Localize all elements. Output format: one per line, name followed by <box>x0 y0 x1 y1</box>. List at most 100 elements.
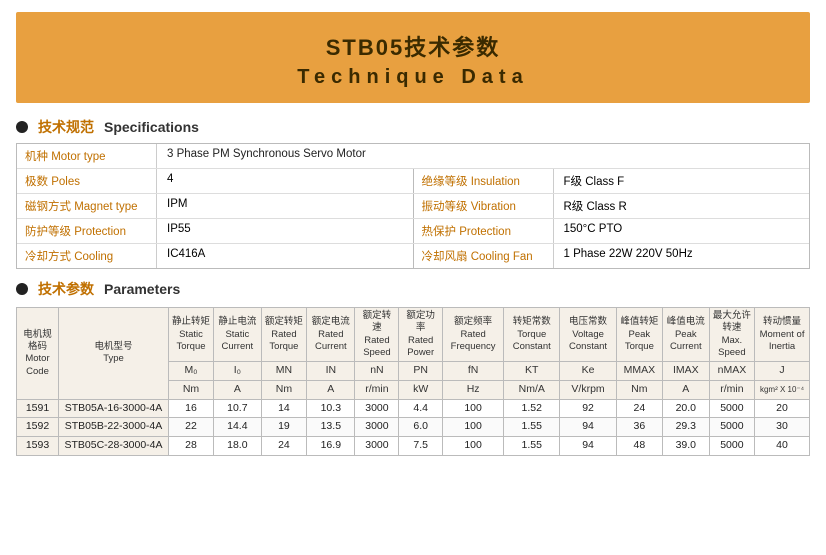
cell-v4: 10.3 <box>307 399 355 418</box>
col5-sub: nN <box>355 362 399 381</box>
col7-sub: fN <box>442 362 503 381</box>
motor-type-header: 电机型号 Type <box>59 308 169 400</box>
col7-unit: Hz <box>442 381 503 400</box>
col-max-speed-header: 最大允许转速 Max. Speed <box>709 308 754 362</box>
spec-value-motortype: 3 Phase PM Synchronous Servo Motor <box>157 144 376 168</box>
col9-unit: V/krpm <box>560 381 617 400</box>
col-rated-torque-header: 额定转矩 Rated Torque <box>261 308 307 362</box>
col10-sub: MMAX <box>616 362 662 381</box>
col-rated-speed-header: 额定转速 Rated Speed <box>355 308 399 362</box>
spec-left-poles: 极数 Poles 4 <box>17 169 414 193</box>
bullet-icon <box>16 121 28 133</box>
col10-unit: Nm <box>616 381 662 400</box>
cell-v8: 1.55 <box>504 436 560 455</box>
col1-unit: Nm <box>169 381 214 400</box>
params-section-title: 技术参数 Parameters <box>16 279 810 299</box>
cell-v5: 3000 <box>355 436 399 455</box>
cell-v11: 29.3 <box>662 418 709 437</box>
cell-v6: 4.4 <box>399 399 442 418</box>
cell-v2: 18.0 <box>214 436 262 455</box>
spec-value-cooling: IC416A <box>157 244 215 268</box>
bullet-icon-2 <box>16 283 28 295</box>
cell-v10: 36 <box>616 418 662 437</box>
cell-v3: 19 <box>261 418 307 437</box>
cell-v7: 100 <box>442 399 503 418</box>
spec-left-magnet: 磁钢方式 Magnet type IPM <box>17 194 414 218</box>
cell-v4: 16.9 <box>307 436 355 455</box>
col-peak-torque-header: 峰值转矩 Peak Torque <box>616 308 662 362</box>
spec-value-vibration: R级 Class R <box>554 194 637 218</box>
cell-v7: 100 <box>442 436 503 455</box>
cell-v9: 94 <box>560 418 617 437</box>
params-table: 电机规格码 Motor Code 电机型号 Type 静止转矩 Static T… <box>16 307 810 456</box>
spec-label-insulation: 绝缘等级 Insulation <box>414 169 554 193</box>
col12-sub: nMAX <box>709 362 754 381</box>
cell-code: 1593 <box>17 436 59 455</box>
cell-v2: 10.7 <box>214 399 262 418</box>
spec-label-protection: 防护等级 Protection <box>17 219 157 243</box>
cell-v1: 28 <box>169 436 214 455</box>
col4-sub: IN <box>307 362 355 381</box>
specs-grid: 机种 Motor type 3 Phase PM Synchronous Ser… <box>16 143 810 269</box>
cell-v8: 1.52 <box>504 399 560 418</box>
col4-unit: A <box>307 381 355 400</box>
spec-label-thermal: 热保护 Protection <box>414 219 554 243</box>
params-label-cn: 技术参数 <box>38 279 94 299</box>
cell-v3: 24 <box>261 436 307 455</box>
cell-v1: 22 <box>169 418 214 437</box>
spec-label-fan: 冷却风扇 Cooling Fan <box>414 244 554 268</box>
cell-v9: 94 <box>560 436 617 455</box>
cell-v12: 5000 <box>709 418 754 437</box>
specs-label-cn: 技术规范 <box>38 117 94 137</box>
spec-value-insulation: F级 Class F <box>554 169 635 193</box>
cell-type: STB05C-28-3000-4A <box>59 436 169 455</box>
col11-unit: A <box>662 381 709 400</box>
col9-sub: Ke <box>560 362 617 381</box>
cell-v6: 7.5 <box>399 436 442 455</box>
col13-sub: J <box>755 362 810 381</box>
header-banner: STB05技术参数 Technique Data <box>16 12 810 103</box>
col11-sub: IMAX <box>662 362 709 381</box>
cell-v7: 100 <box>442 418 503 437</box>
spec-right-fan: 冷却风扇 Cooling Fan 1 Phase 22W 220V 50Hz <box>414 244 810 268</box>
col3-sub: MN <box>261 362 307 381</box>
table-row: 1593STB05C-28-3000-4A2818.02416.930007.5… <box>17 436 810 455</box>
cell-v10: 24 <box>616 399 662 418</box>
spec-label-vibration: 振动等级 Vibration <box>414 194 554 218</box>
col-peak-current-header: 峰值电流 Peak Current <box>662 308 709 362</box>
cell-v5: 3000 <box>355 399 399 418</box>
col-static-current-header: 静止电流 Static Current <box>214 308 262 362</box>
col5-unit: r/min <box>355 381 399 400</box>
col12-unit: r/min <box>709 381 754 400</box>
cell-v13: 30 <box>755 418 810 437</box>
cell-v3: 14 <box>261 399 307 418</box>
table-row: 1592STB05B-22-3000-4A2214.41913.530006.0… <box>17 418 810 437</box>
cell-v9: 92 <box>560 399 617 418</box>
col-voltage-const-header: 电压常数 Voltage Constant <box>560 308 617 362</box>
spec-row-motortype: 机种 Motor type 3 Phase PM Synchronous Ser… <box>17 144 809 169</box>
spec-right-insulation: 绝缘等级 Insulation F级 Class F <box>414 169 810 193</box>
col-rated-power-header: 额定功率 Rated Power <box>399 308 442 362</box>
params-table-container: 电机规格码 Motor Code 电机型号 Type 静止转矩 Static T… <box>16 307 810 456</box>
cell-v11: 20.0 <box>662 399 709 418</box>
cell-v4: 13.5 <box>307 418 355 437</box>
spec-row-poles: 极数 Poles 4 绝缘等级 Insulation F级 Class F <box>17 169 809 194</box>
cell-v12: 5000 <box>709 399 754 418</box>
spec-label-cooling: 冷却方式 Cooling <box>17 244 157 268</box>
spec-value-fan: 1 Phase 22W 220V 50Hz <box>554 244 703 268</box>
spec-label-poles: 极数 Poles <box>17 169 157 193</box>
col13-unit: kgm² X 10⁻⁴ <box>755 381 810 400</box>
col6-sub: PN <box>399 362 442 381</box>
cell-v5: 3000 <box>355 418 399 437</box>
spec-value-thermal: 150°C PTO <box>554 219 633 243</box>
col1-sub: M₀ <box>169 362 214 381</box>
spec-row-magnet: 磁钢方式 Magnet type IPM 振动等级 Vibration R级 C… <box>17 194 809 219</box>
cell-v8: 1.55 <box>504 418 560 437</box>
col-inertia-header: 转动惯量 Moment of Inertia <box>755 308 810 362</box>
params-label-en: Parameters <box>104 281 180 297</box>
col8-unit: Nm/A <box>504 381 560 400</box>
col-rated-freq-header: 额定频率 Rated Frequency <box>442 308 503 362</box>
cell-code: 1591 <box>17 399 59 418</box>
col-torque-const-header: 转矩常数 Torque Constant <box>504 308 560 362</box>
col8-sub: KT <box>504 362 560 381</box>
